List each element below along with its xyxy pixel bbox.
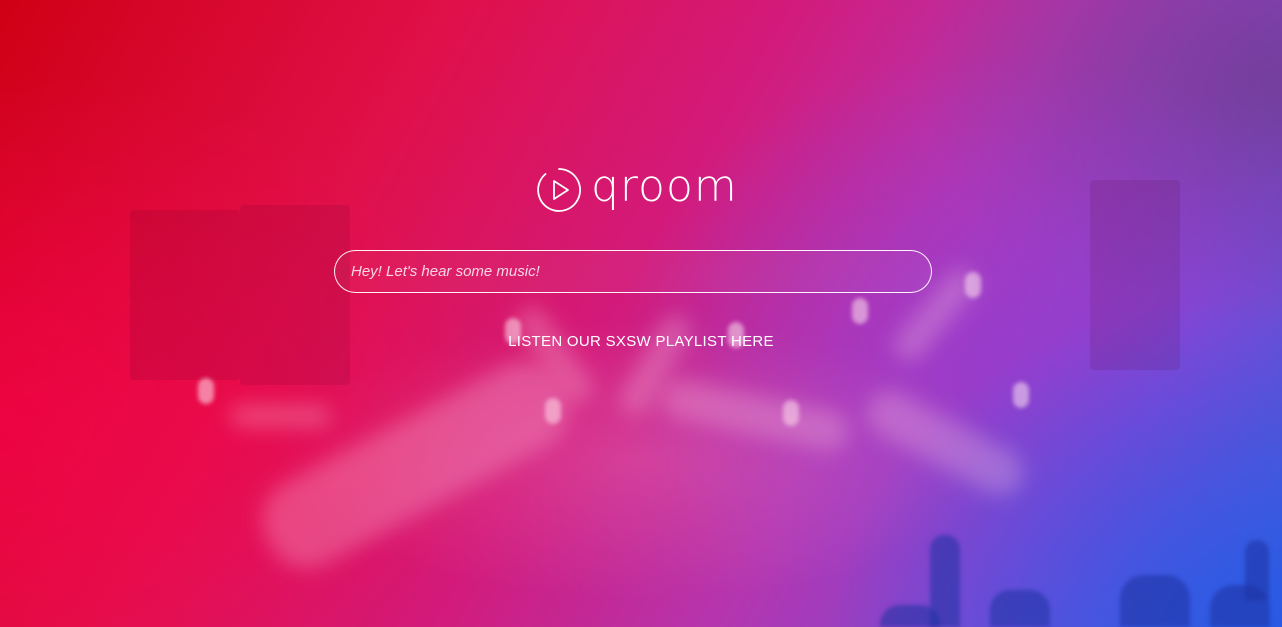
brand-name: qroom (591, 161, 738, 212)
music-search-box[interactable] (334, 250, 932, 293)
sxsw-playlist-link[interactable]: LISTEN OUR SXSW PLAYLIST HERE (0, 333, 1282, 350)
play-circle-icon (537, 168, 581, 212)
qroom-logo[interactable]: qroom (536, 164, 738, 216)
concert-background-image (0, 0, 1282, 627)
music-search-input[interactable] (335, 251, 931, 292)
